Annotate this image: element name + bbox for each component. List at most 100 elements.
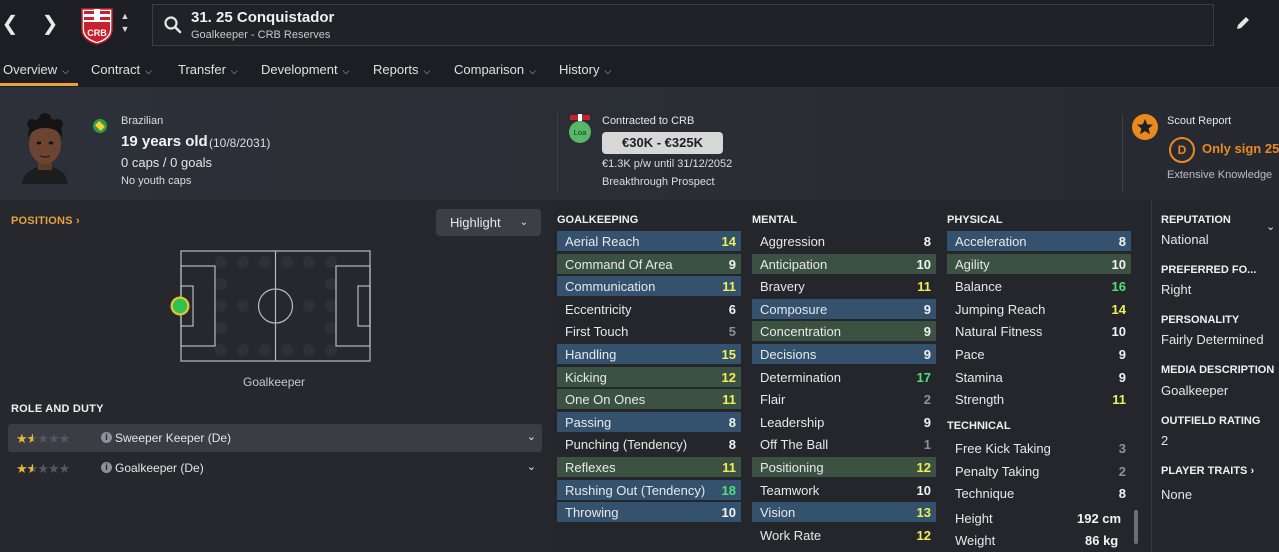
attribute-row[interactable]: Communication 11 (557, 276, 741, 296)
attribute-row[interactable]: Flair 2 (752, 389, 936, 409)
height-label: Height (955, 511, 993, 526)
attribute-row[interactable]: Agility 10 (947, 254, 1131, 274)
scrollbar[interactable] (1134, 510, 1138, 544)
media-description-title: MEDIA DESCRIPTION (1161, 364, 1275, 376)
position-pitch[interactable] (166, 246, 380, 366)
attribute-row[interactable]: Acceleration 8 (947, 231, 1131, 251)
attribute-row[interactable]: Free Kick Taking 3 (947, 438, 1131, 458)
attribute-row[interactable]: Anticipation 10 (752, 254, 936, 274)
attribute-row[interactable]: Throwing 10 (557, 502, 741, 522)
scout-grade-badge: D (1169, 137, 1195, 163)
attribute-row[interactable]: Bravery 11 (752, 276, 936, 296)
attribute-row[interactable]: Determination 17 (752, 367, 936, 387)
attribute-row[interactable]: Leadership 9 (752, 412, 936, 432)
youth-caps: No youth caps (121, 175, 192, 187)
brazil-flag-icon (93, 119, 107, 133)
club-switch-arrows[interactable]: ▲ ▼ (118, 10, 132, 36)
player-name: 31. 25 Conquistador (191, 9, 335, 26)
attribute-row[interactable]: Handling 15 (557, 344, 741, 364)
tab-transfer[interactable]: Transfer ⌵ (178, 62, 238, 77)
attribute-row[interactable]: Eccentricity 6 (557, 299, 741, 319)
tab-reports[interactable]: Reports ⌵ (373, 62, 430, 77)
club-crest-icon[interactable]: CRB (79, 7, 115, 45)
attribute-row[interactable]: Reflexes 11 (557, 457, 741, 477)
transfer-value-badge[interactable]: €30K - €325K (602, 132, 723, 154)
edit-pencil-icon[interactable] (1234, 14, 1252, 32)
prospect-label: Breakthrough Prospect (602, 176, 715, 188)
tab-overview[interactable]: Overview ⌵ (3, 62, 69, 77)
attribute-row[interactable]: Aggression 8 (752, 231, 936, 251)
wage-info: €1.3K p/w until 31/12/2052 (602, 158, 733, 170)
role-row-goalkeeper[interactable]: ★ ★ ★★★★ i Goalkeeper (De) ⌄ (8, 454, 542, 482)
info-icon[interactable]: i (101, 432, 112, 443)
attribute-row[interactable]: Pace 9 (947, 344, 1131, 364)
caps-goals: 0 caps / 0 goals (121, 155, 213, 170)
attribute-row[interactable]: Jumping Reach 14 (947, 299, 1131, 319)
position-label: Goalkeeper (243, 375, 306, 389)
attribute-row[interactable]: Stamina 9 (947, 367, 1131, 387)
attribute-row[interactable]: Concentration 9 (752, 321, 936, 341)
attribute-row[interactable]: Teamwork 10 (752, 480, 936, 500)
attribute-row[interactable]: Penalty Taking 2 (947, 461, 1131, 481)
positions-header[interactable]: POSITIONS › (11, 215, 80, 227)
player-traits-title[interactable]: PLAYER TRAITS › (1161, 465, 1254, 477)
attribute-row[interactable]: Punching (Tendency) 8 (557, 434, 741, 454)
player-face-avatar (22, 113, 68, 184)
info-icon[interactable]: i (101, 462, 112, 473)
attribute-row[interactable]: Natural Fitness 10 (947, 321, 1131, 341)
reputation-title: REPUTATION (1161, 214, 1231, 226)
chevron-right-icon: › (1250, 465, 1255, 477)
highlight-dropdown[interactable]: Highlight ⌄ (436, 209, 541, 236)
player-details-sidebar: REPUTATION ⌄ National PREFERRED FO... Ri… (1151, 200, 1279, 552)
attribute-row[interactable]: Aerial Reach 14 (557, 231, 741, 251)
attribute-row[interactable]: Technique 8 (947, 483, 1131, 503)
tab-development[interactable]: Development ⌵ (261, 62, 349, 77)
attribute-row[interactable]: Command Of Area 9 (557, 254, 741, 274)
attribute-row[interactable]: Composure 9 (752, 299, 936, 319)
chevron-down-icon: ⌵ (145, 66, 152, 76)
tab-history[interactable]: History ⌵ (559, 62, 611, 77)
loan-badge-text: Loa (574, 128, 587, 137)
attribute-row[interactable]: Passing 8 (557, 412, 741, 432)
reputation-value: National (1161, 232, 1209, 247)
chevron-down-icon[interactable]: ⌄ (527, 430, 536, 443)
attribute-row[interactable]: Strength 11 (947, 389, 1131, 409)
weight-label: Weight (955, 533, 996, 548)
contract-status: Contracted to CRB (602, 115, 695, 127)
search-icon[interactable] (163, 15, 183, 35)
role-rating-stars: ★ ★ ★★★★ (16, 461, 70, 476)
attribute-row[interactable]: First Touch 5 (557, 321, 741, 341)
attribute-row[interactable]: One On Ones 11 (557, 389, 741, 409)
role-rating-stars: ★ ★ ★★★★ (16, 431, 70, 446)
crest-text: CRB (87, 28, 107, 38)
loan-badge-icon: Loa (569, 114, 591, 143)
attribute-row[interactable]: Balance 16 (947, 276, 1131, 296)
chevron-down-icon: ⌵ (62, 66, 70, 76)
attribute-row[interactable]: Decisions 9 (752, 344, 936, 364)
tab-comparison[interactable]: Comparison ⌵ (454, 62, 536, 77)
media-description-value: Goalkeeper (1161, 383, 1229, 398)
scout-report-title[interactable]: Scout Report (1167, 115, 1231, 127)
attribute-row[interactable]: Positioning 12 (752, 457, 936, 477)
chevron-down-icon: ⌵ (230, 66, 238, 76)
personality-value: Fairly Determined (1161, 332, 1264, 347)
back-arrow-icon[interactable]: ❮ (0, 10, 20, 38)
role-name: Sweeper Keeper (De) (115, 431, 232, 445)
attribute-row[interactable]: Rushing Out (Tendency) 18 (557, 480, 741, 500)
tab-contract[interactable]: Contract ⌵ (91, 62, 152, 77)
role-row-sweeper-keeper[interactable]: ★ ★ ★★★★ i Sweeper Keeper (De) ⌄ (8, 424, 542, 452)
player-traits-value: None (1161, 487, 1193, 502)
mental-header: MENTAL (752, 214, 798, 226)
attribute-row[interactable]: Off The Ball 1 (752, 434, 936, 454)
attribute-row[interactable]: Vision 13 (752, 502, 936, 522)
chevron-down-icon[interactable]: ⌄ (527, 460, 536, 473)
forward-arrow-icon[interactable]: ❯ (40, 10, 60, 38)
chevron-down-icon[interactable]: ⌄ (1266, 220, 1275, 233)
chevron-down-icon: ⌵ (423, 66, 431, 76)
scout-report-star-icon[interactable] (1132, 114, 1158, 140)
attribute-row[interactable]: Kicking 12 (557, 367, 741, 387)
player-search-box[interactable]: 31. 25 Conquistador Goalkeeper - CRB Res… (152, 4, 1214, 46)
attribute-row[interactable]: Work Rate 12 (752, 525, 936, 545)
active-tab-indicator (0, 83, 78, 86)
weight-value: 86 kg (1085, 533, 1119, 548)
